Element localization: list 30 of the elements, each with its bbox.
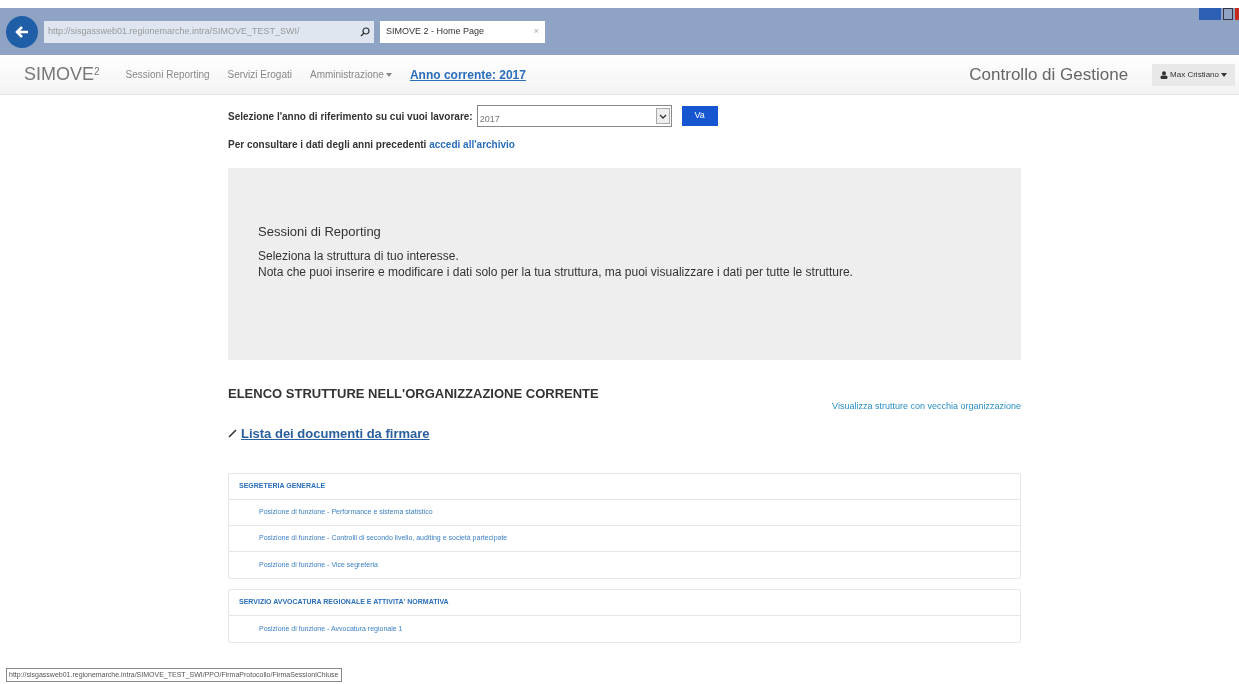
back-arrow-icon	[14, 23, 30, 40]
panel-title: Sessioni di Reporting	[258, 223, 382, 241]
browser-tab[interactable]: SIMOVE 2 - Home Page ×	[380, 20, 545, 43]
old-organization-link[interactable]: Visualizza strutture con vecchia organizzazione	[832, 400, 1021, 414]
archive-link[interactable]: accedi all'archivio	[429, 139, 515, 150]
app-title: Controllo di Gestione	[969, 63, 1129, 86]
archive-text: Per consultare i dati degli anni precedenti	[228, 139, 428, 150]
go-button[interactable]: Va	[681, 106, 718, 126]
tab-close[interactable]: ×	[533, 24, 539, 39]
user-icon	[1160, 70, 1169, 79]
panel-text: Nota che puoi inserire e modificare i dati solo per la tua struttura, ma puoi visualizzare i dati per tutte le strutture.	[258, 263, 854, 280]
nav-link[interactable]: Sessioni Reporting	[125, 67, 210, 82]
year-select[interactable]: 2017	[476, 105, 672, 127]
nav-link[interactable]: Servizi Erogati	[227, 67, 292, 82]
panel-text: Seleziona la struttura di tuo interesse.	[258, 247, 460, 264]
user-menu[interactable]: Max Cristiano	[1152, 63, 1235, 86]
pencil-icon	[228, 428, 237, 438]
address-field[interactable]: http://sisgassweb01.regionemarche.intra/SIMOVE_TEST_SWI/	[44, 20, 374, 43]
caret-icon	[1221, 72, 1227, 77]
nav-link[interactable]: Anno corrente: 2017	[409, 65, 526, 84]
back-button[interactable]	[6, 15, 38, 48]
year-label: Selezione l'anno di riferimento su cui vuoi lavorare:	[228, 109, 473, 124]
nav-link[interactable]: Amministrazione	[310, 67, 392, 82]
maximize-button[interactable]	[1223, 8, 1233, 20]
tab-title: SIMOVE 2 - Home Page	[386, 24, 485, 38]
search-icon[interactable]	[360, 26, 370, 37]
section-title: ELENCO STRUTTURE NELL'ORGANIZZAZIONE CORRENTE	[228, 385, 599, 403]
brand-logo[interactable]: SIMOVE$^{2}$	[24, 61, 100, 88]
caret-icon	[385, 73, 392, 78]
documents-link[interactable]: Lista dei documenti da firmare	[241, 423, 430, 443]
